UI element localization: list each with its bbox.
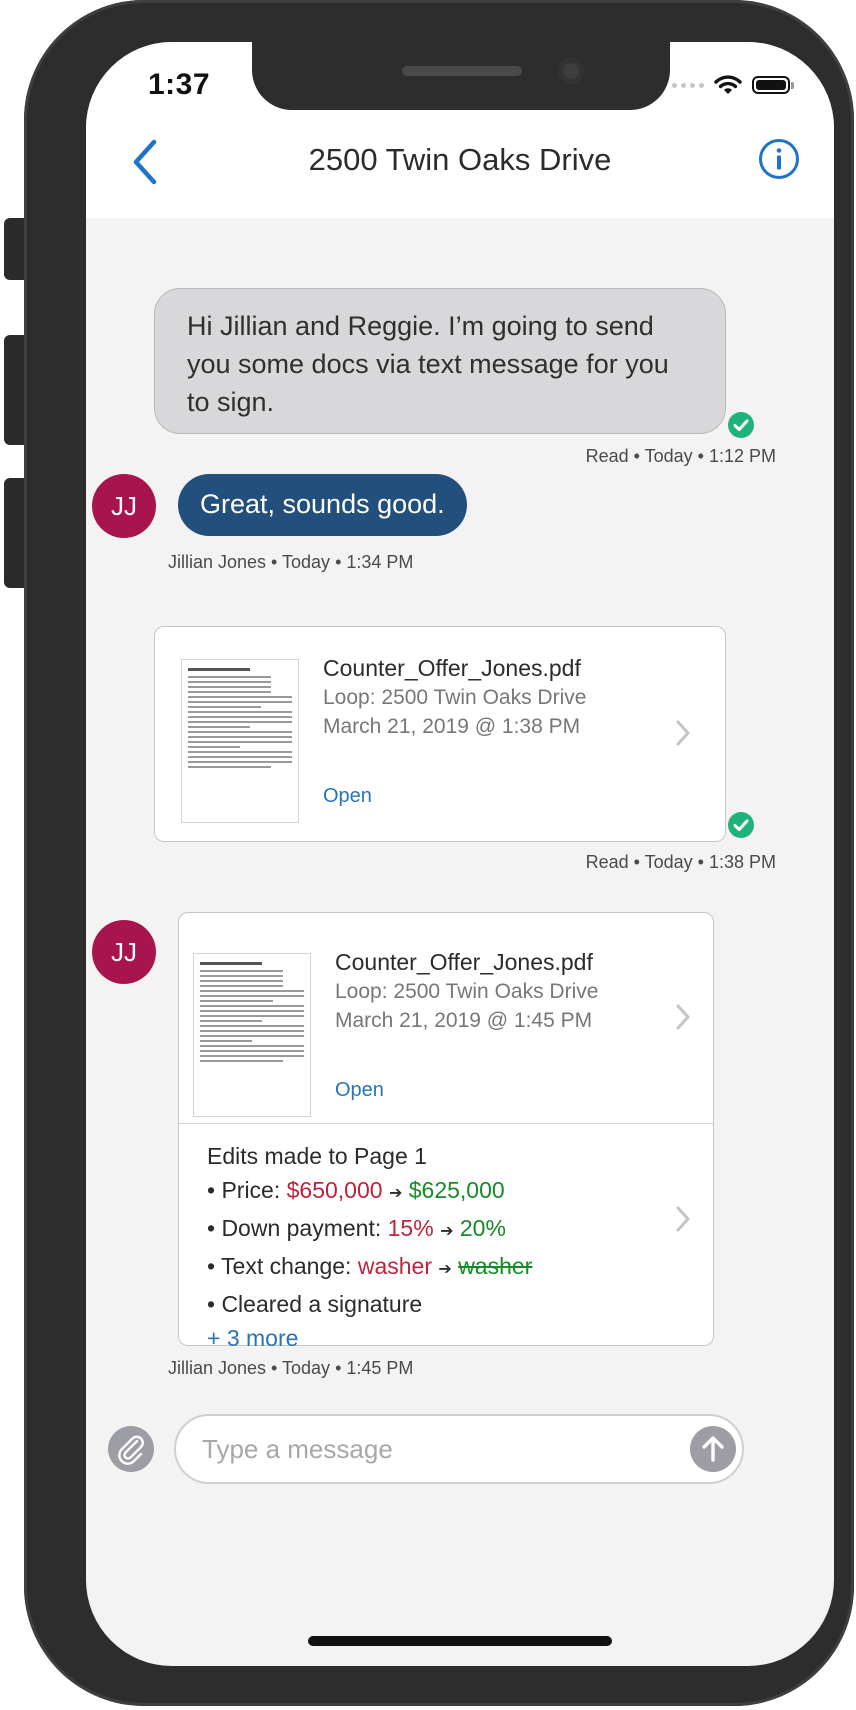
document-thumbnail xyxy=(181,659,299,823)
paperclip-icon xyxy=(118,1435,144,1465)
screen: 1:37 2500 Twin Oaks Drive Hi Jillian and… xyxy=(86,42,834,1666)
edit-text-change: • Text change: washer ➔ washer xyxy=(207,1253,533,1279)
open-link[interactable]: Open xyxy=(335,1079,384,1102)
chevron-right-icon xyxy=(676,1004,690,1030)
message-composer xyxy=(86,1414,834,1524)
phone-frame: 1:37 2500 Twin Oaks Drive Hi Jillian and… xyxy=(24,0,854,1706)
document-card[interactable]: Counter_Offer_Jones.pdf Loop: 2500 Twin … xyxy=(154,626,726,842)
message-meta: Read • Today • 1:12 PM xyxy=(585,446,776,466)
edit-down-payment: • Down payment: 15% ➔ 20% xyxy=(207,1215,506,1241)
page-title: 2500 Twin Oaks Drive xyxy=(308,142,612,177)
attach-button[interactable] xyxy=(108,1426,154,1472)
arrow-right-icon: ➔ xyxy=(440,1223,454,1240)
message-input[interactable] xyxy=(174,1414,744,1484)
edits-summary[interactable]: Edits made to Page 1 • Price: $650,000 ➔… xyxy=(207,1139,532,1355)
file-name: Counter_Offer_Jones.pdf xyxy=(323,655,581,681)
arrow-right-icon: ➔ xyxy=(388,1185,403,1202)
send-button[interactable] xyxy=(690,1426,736,1472)
file-date: March 21, 2019 @ 1:45 PM xyxy=(335,1009,593,1032)
notch xyxy=(252,42,670,110)
status-time: 1:37 xyxy=(148,68,211,101)
camera xyxy=(558,58,584,84)
battery-icon xyxy=(752,76,794,94)
chevron-right-icon xyxy=(676,1206,690,1232)
edits-title: Edits made to Page 1 xyxy=(207,1143,427,1169)
card-divider xyxy=(179,1123,713,1124)
file-date: March 21, 2019 @ 1:38 PM xyxy=(323,715,581,738)
speaker xyxy=(402,66,522,76)
edit-signature: • Cleared a signature xyxy=(207,1291,423,1317)
message-meta: Read • Today • 1:38 PM xyxy=(585,852,776,872)
wifi-icon xyxy=(714,75,742,94)
file-loop: Loop: 2500 Twin Oaks Drive xyxy=(335,980,599,1003)
read-check-icon xyxy=(728,812,754,838)
info-icon xyxy=(759,139,799,179)
message-meta: Jillian Jones • Today • 1:45 PM xyxy=(168,1358,414,1378)
file-name: Counter_Offer_Jones.pdf xyxy=(335,949,593,975)
home-indicator xyxy=(308,1636,612,1646)
signal-dots-icon xyxy=(672,82,704,88)
avatar: JJ xyxy=(92,474,156,538)
chevron-right-icon xyxy=(676,720,690,746)
arrow-up-icon xyxy=(702,1436,724,1462)
document-card-with-edits[interactable]: Counter_Offer_Jones.pdf Loop: 2500 Twin … xyxy=(178,912,714,1351)
more-edits-link[interactable]: + 3 more xyxy=(207,1321,532,1355)
avatar: JJ xyxy=(92,920,156,984)
received-message-bubble[interactable]: Great, sounds good. xyxy=(178,474,467,536)
edit-price: • Price: $650,000 ➔ $625,000 xyxy=(207,1177,505,1203)
info-button[interactable] xyxy=(758,138,800,180)
read-check-icon xyxy=(728,412,754,438)
file-loop: Loop: 2500 Twin Oaks Drive xyxy=(323,686,587,709)
status-icons xyxy=(672,74,794,96)
open-link[interactable]: Open xyxy=(323,785,372,808)
document-thumbnail xyxy=(193,953,311,1117)
message-meta: Jillian Jones • Today • 1:34 PM xyxy=(168,552,414,572)
sent-message-bubble[interactable]: Hi Jillian and Reggie. I’m going to send… xyxy=(154,288,726,434)
arrow-right-icon: ➔ xyxy=(438,1261,452,1278)
